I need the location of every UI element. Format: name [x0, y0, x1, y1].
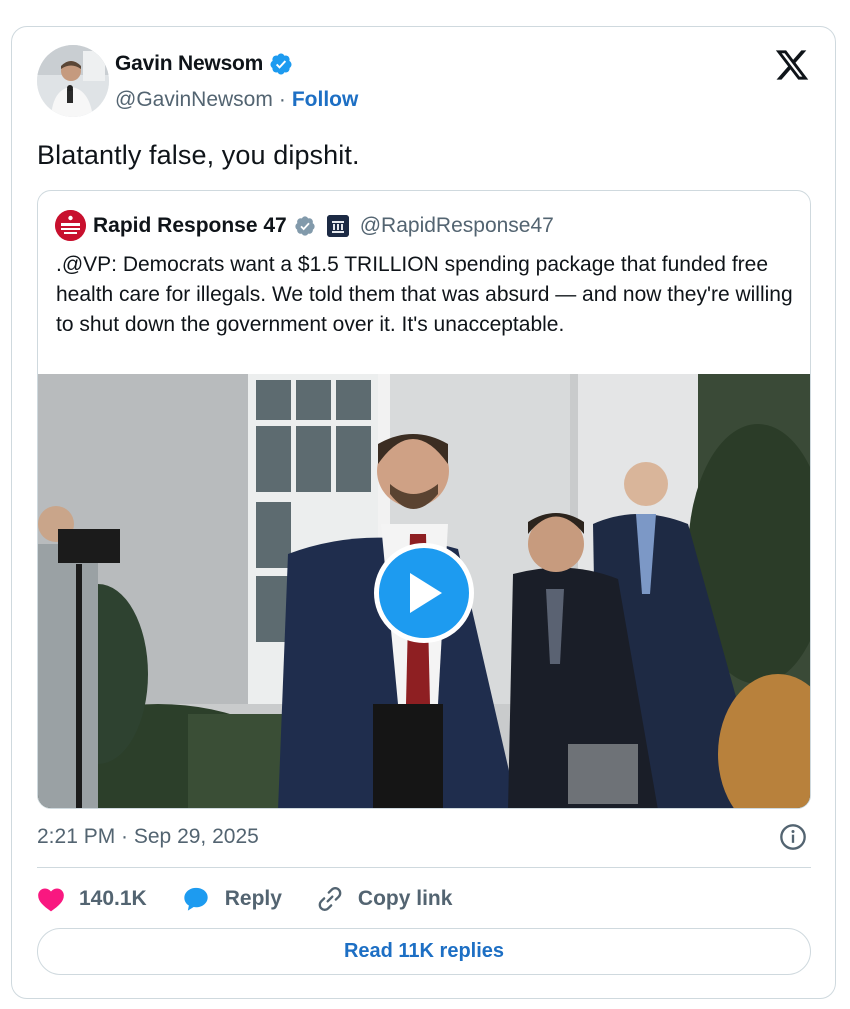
reply-label: Reply [224, 887, 282, 910]
like-button[interactable]: 140.1K [37, 886, 147, 912]
like-count: 140.1K [79, 887, 147, 910]
embedded-tweet-card: Gavin Newsom @GavinNewsom · Follow Blata… [11, 26, 836, 999]
author-name[interactable]: Gavin Newsom [115, 52, 263, 76]
tweet-text: Blatantly false, you dipshit. [37, 140, 360, 170]
quote-text: .@VP: Democrats want a $1.5 TRILLION spe… [56, 253, 793, 336]
reply-bubble-icon [184, 887, 208, 911]
rapid-response-logo [55, 210, 86, 241]
handle-separator: · [278, 88, 286, 111]
link-icon [318, 887, 342, 911]
play-button[interactable] [374, 543, 474, 643]
avatar-image [37, 45, 109, 117]
tweet-timestamp[interactable]: 2:21 PM · Sep 29, 2025 [37, 825, 259, 849]
copy-link-button[interactable]: Copy link [316, 885, 453, 913]
video-thumbnail[interactable] [38, 374, 810, 808]
follow-button[interactable]: Follow [292, 88, 359, 112]
quote-author-handle[interactable]: @RapidResponse47 [360, 214, 554, 238]
quote-author-name[interactable]: Rapid Response 47 [93, 214, 287, 238]
heart-icon [38, 888, 64, 912]
x-logo-icon[interactable] [774, 47, 810, 83]
quoted-tweet[interactable]: Rapid Response 47 @RapidResponse47 .@VP:… [37, 190, 811, 809]
play-icon [410, 573, 442, 613]
government-affiliate-badge-icon [326, 214, 349, 237]
author-handle[interactable]: @GavinNewsom [115, 88, 273, 112]
divider [37, 867, 811, 868]
tweet-actions: 140.1K Reply Copy link [37, 884, 486, 914]
copy-link-label: Copy link [357, 887, 453, 910]
quote-verified-badge-icon [295, 215, 315, 236]
author-avatar[interactable] [37, 45, 109, 117]
verified-badge-icon [270, 53, 292, 75]
read-replies-button[interactable]: Read 11K replies [37, 928, 811, 975]
quote-author-avatar[interactable] [55, 210, 86, 241]
info-icon[interactable] [779, 823, 807, 851]
reply-button[interactable]: Reply [181, 885, 282, 913]
